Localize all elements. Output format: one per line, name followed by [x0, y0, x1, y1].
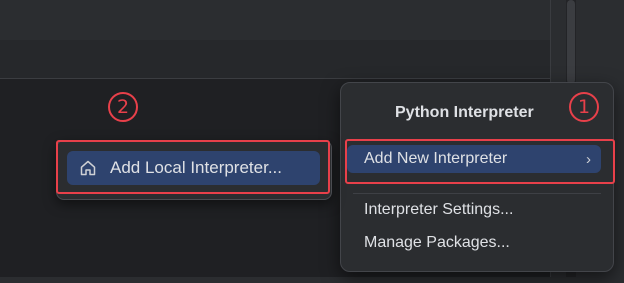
step-1-marker: 1 — [569, 92, 599, 122]
step-2-marker: 2 — [108, 92, 138, 122]
add-local-interpreter-label: Add Local Interpreter... — [110, 158, 282, 177]
menu-item-label: Manage Packages... — [364, 234, 510, 251]
chevron-right-icon: › — [586, 151, 591, 168]
menu-separator — [353, 193, 601, 194]
menu-item-add-new-interpreter[interactable]: Add New Interpreter › — [347, 145, 601, 173]
menu-item-label: Interpreter Settings... — [364, 201, 514, 218]
home-icon — [80, 160, 96, 176]
editor-toolbar-area — [0, 40, 550, 79]
scrollbar-thumb[interactable] — [567, 0, 575, 84]
menu-item-label: Add New Interpreter — [364, 150, 508, 167]
editor-top-area — [0, 0, 550, 40]
add-interpreter-submenu: Add Local Interpreter... — [56, 140, 332, 200]
menu-item-interpreter-settings[interactable]: Interpreter Settings... — [347, 196, 601, 224]
menu-item-manage-packages[interactable]: Manage Packages... — [347, 229, 601, 257]
add-local-interpreter-button[interactable]: Add Local Interpreter... — [67, 151, 320, 185]
popup-title: Python Interpreter — [395, 104, 534, 121]
status-bar — [0, 277, 624, 283]
